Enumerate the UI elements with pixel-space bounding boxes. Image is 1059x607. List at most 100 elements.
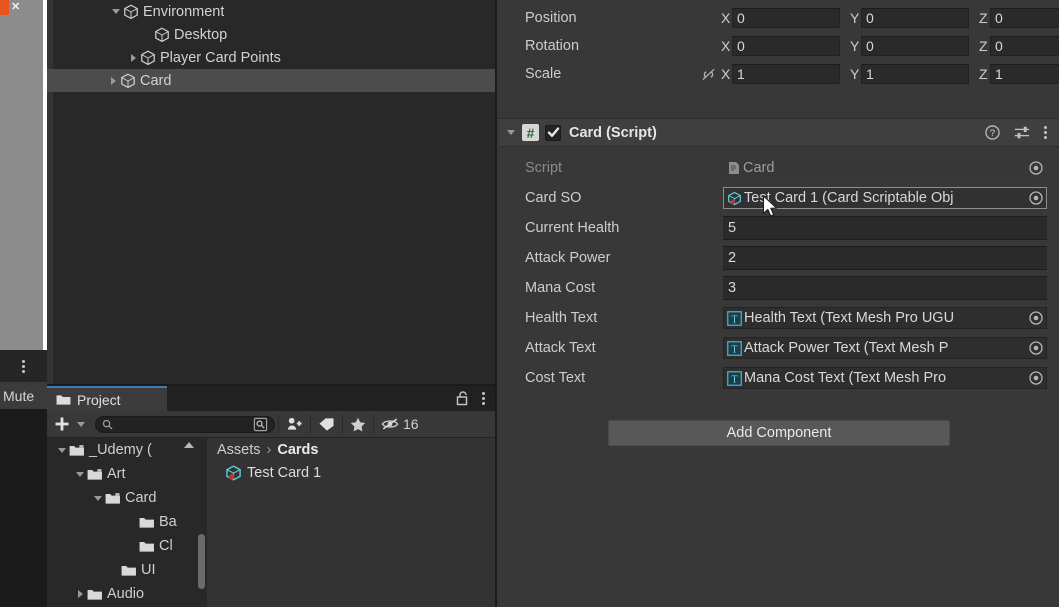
foldout-arrow-icon[interactable]: [106, 76, 120, 85]
breadcrumb-root[interactable]: Assets: [217, 442, 261, 458]
project-folder-audio[interactable]: Audio: [47, 582, 207, 606]
script-object-field[interactable]: Card: [723, 157, 1047, 179]
foldout-arrow-icon[interactable]: [507, 130, 515, 135]
project-folder--udemy-[interactable]: _Udemy (: [47, 438, 207, 462]
project-folder-ui[interactable]: UI: [47, 558, 207, 582]
project-folder-card[interactable]: Card: [47, 486, 207, 510]
help-icon[interactable]: ?: [985, 125, 1000, 140]
health-text-value: Health Text (Text Mesh Pro UGU: [744, 310, 955, 326]
property-label: Attack Power: [525, 250, 611, 266]
cost-text-object-field[interactable]: T Mana Cost Text (Text Mesh Pro: [723, 367, 1047, 389]
object-picker-icon[interactable]: [1029, 371, 1043, 385]
hidden-assets-toggle[interactable]: 16: [374, 411, 426, 438]
object-picker-icon[interactable]: [1029, 341, 1043, 355]
project-folder-ba[interactable]: Ba: [47, 510, 207, 534]
create-asset-dropdown[interactable]: [77, 411, 92, 438]
component-enabled-checkbox[interactable]: [545, 124, 561, 141]
project-folder-label: Audio: [107, 586, 145, 602]
attack-power-input[interactable]: 2: [723, 246, 1047, 270]
list-item[interactable]: Test Card 1: [207, 461, 495, 485]
project-folder-cl[interactable]: Cl: [47, 534, 207, 558]
close-icon[interactable]: ✕: [11, 1, 20, 13]
transform-scale-x-input[interactable]: 1: [732, 64, 840, 84]
linked-scale-off-icon[interactable]: [695, 68, 721, 81]
foldout-arrow-icon[interactable]: [73, 471, 87, 477]
property-row-script: Script Card: [499, 153, 1059, 183]
svg-text:T: T: [731, 374, 738, 385]
property-label: Script: [525, 160, 563, 176]
foldout-arrow-icon[interactable]: [91, 495, 105, 501]
hierarchy-panel[interactable]: Environment Desktop Player Card Points Card: [47, 0, 495, 384]
favorites-button[interactable]: [343, 411, 373, 438]
project-folder-tree[interactable]: _Udemy ( Art Card Ba Cl UI Audio: [47, 438, 207, 607]
hierarchy-item-environment[interactable]: Environment: [47, 0, 495, 23]
video-overlay-panel[interactable]: ✕: [0, 0, 47, 382]
transform-rotation-z-input[interactable]: 0: [990, 36, 1059, 56]
kebab-menu-icon[interactable]: [482, 391, 485, 406]
transform-position-x-input[interactable]: 0: [732, 8, 840, 28]
project-content-area[interactable]: Assets › Cards Test Card 1: [207, 438, 495, 607]
property-label: Cost Text: [525, 370, 586, 386]
textmeshpro-icon: T: [727, 310, 742, 326]
inspector-panel[interactable]: Position X 0 Y 0 Z 0 Rotation X 0 Y 0 Z 0 Scale X 1 Y 1 Z 1 …: [495, 0, 1059, 607]
label-filter-button[interactable]: [311, 411, 342, 438]
project-folder-art[interactable]: Art: [47, 462, 207, 486]
health-text-object-field[interactable]: T Health Text (Text Mesh Pro UGU: [723, 307, 1047, 329]
current-health-input[interactable]: 5: [723, 216, 1047, 240]
mana-cost-input[interactable]: 3: [723, 276, 1047, 300]
property-label: Mana Cost: [525, 280, 596, 296]
kebab-menu-icon[interactable]: [1044, 125, 1047, 140]
transform-label: Position: [525, 10, 577, 26]
mute-button[interactable]: Mute: [0, 382, 47, 409]
transform-rotation-x-input[interactable]: 0: [732, 36, 840, 56]
lock-open-icon[interactable]: [456, 391, 469, 406]
project-tree-scrollbar[interactable]: [198, 534, 205, 589]
hierarchy-item-desktop[interactable]: Desktop: [47, 23, 495, 46]
overlay-kebab-menu-icon[interactable]: [0, 350, 47, 382]
linked-scale-off-icon[interactable]: [700, 68, 717, 81]
hierarchy-item-label: Environment: [143, 3, 225, 20]
object-picker-icon[interactable]: [1029, 161, 1043, 175]
svg-text:?: ?: [990, 128, 995, 138]
search-input[interactable]: [95, 415, 275, 433]
breadcrumb: Assets › Cards: [207, 438, 495, 461]
foldout-arrow-icon[interactable]: [109, 9, 123, 14]
add-component-button[interactable]: Add Component: [608, 420, 950, 446]
card-script-component-header[interactable]: # Card (Script) ?: [499, 118, 1059, 147]
foldout-arrow-icon[interactable]: [126, 53, 140, 62]
tree-collapse-icon[interactable]: [184, 442, 194, 448]
tab-project[interactable]: Project: [47, 386, 167, 411]
package-filter-button[interactable]: [279, 411, 310, 438]
hierarchy-item-card[interactable]: Card: [47, 69, 495, 92]
object-picker-icon[interactable]: [1029, 191, 1043, 205]
project-panel[interactable]: Project 16 _Udemy (Art Card Ba Cl UI Au…: [47, 384, 495, 607]
textmeshpro-icon: T: [727, 340, 742, 356]
create-asset-button[interactable]: [47, 411, 77, 438]
hierarchy-item-player-card-points[interactable]: Player Card Points: [47, 46, 495, 69]
save-search-icon[interactable]: [253, 417, 268, 432]
transform-position-z-input[interactable]: 0: [990, 8, 1059, 28]
property-row-mana-cost: Mana Cost 3: [499, 273, 1059, 303]
transform-position-y-input[interactable]: 0: [861, 8, 969, 28]
foldout-arrow-icon[interactable]: [73, 590, 87, 598]
transform-row-rotation: Rotation X 0 Y 0 Z 0: [497, 32, 1059, 60]
transform-rotation-y-input[interactable]: 0: [861, 36, 969, 56]
attack-text-object-field[interactable]: T Attack Power Text (Text Mesh P: [723, 337, 1047, 359]
card-so-object-field[interactable]: Test Card 1 (Card Scriptable Obj: [723, 187, 1047, 209]
search-icon: [102, 419, 113, 430]
axis-label-x: X: [721, 38, 731, 54]
transform-scale-y-input[interactable]: 1: [861, 64, 969, 84]
hierarchy-item-label: Card: [140, 72, 172, 89]
property-row-attack-text: Attack Text T Attack Power Text (Text Mesh…: [499, 333, 1059, 363]
project-folder-label: UI: [141, 562, 156, 578]
transform-scale-z-input[interactable]: 1: [990, 64, 1059, 84]
axis-label-x: X: [721, 10, 731, 26]
object-picker-icon[interactable]: [1029, 311, 1043, 325]
breadcrumb-current[interactable]: Cards: [277, 442, 318, 458]
foldout-arrow-icon[interactable]: [55, 447, 69, 453]
preset-icon[interactable]: [1014, 125, 1030, 140]
project-folder-label: Card: [125, 490, 157, 506]
project-folder-label: _Udemy (: [89, 442, 152, 458]
add-component-area: Add Component: [499, 420, 1059, 446]
cube-icon: [124, 4, 138, 19]
